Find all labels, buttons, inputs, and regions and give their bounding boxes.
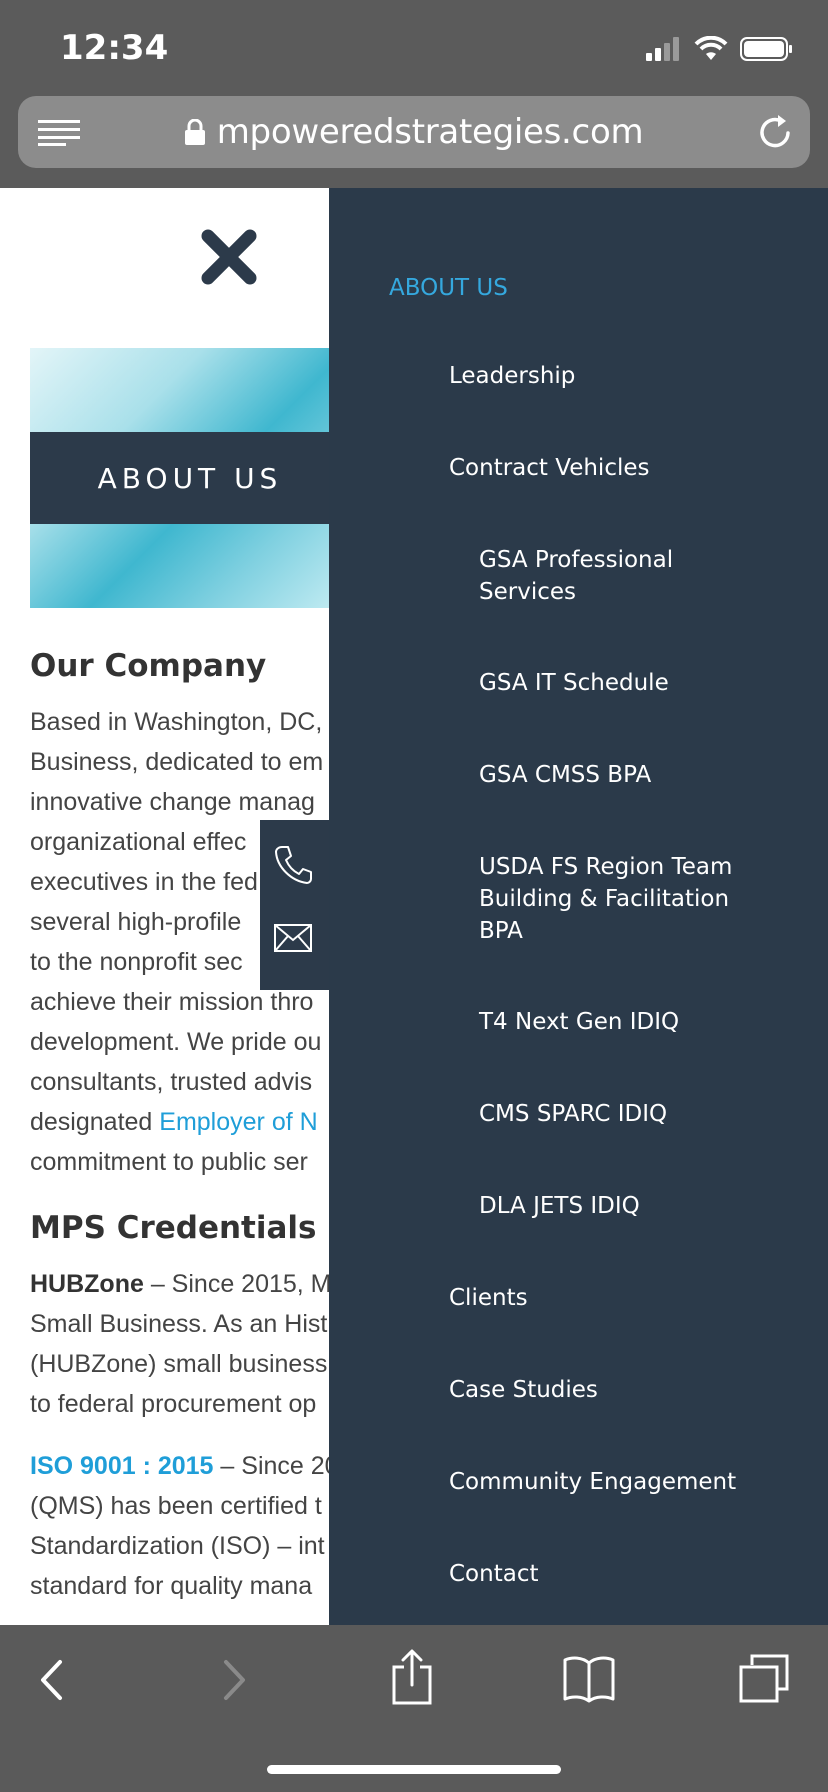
nav-drawer: ABOUT US Leadership Contract Vehicles GS… — [329, 188, 828, 1625]
text-line: Standardization (ISO) – int — [30, 1532, 325, 1560]
text-line: to federal procurement op — [30, 1390, 317, 1418]
menu-item-label-line: GSA Professional — [479, 547, 674, 573]
lock-icon — [184, 119, 205, 145]
menu-item-usda-fs-region[interactable]: USDA FS Region Team Building & Facilitat… — [479, 851, 732, 947]
menu-item-label-line: USDA FS Region Team — [479, 854, 733, 880]
menu-item-leadership[interactable]: Leadership — [449, 360, 575, 392]
heading-our-company: Our Company — [30, 648, 267, 684]
menu-item-gsa-it-schedule[interactable]: GSA IT Schedule — [479, 667, 669, 699]
text-fragment: – Since 2015, M — [143, 1270, 332, 1298]
share-icon[interactable] — [390, 1649, 434, 1705]
iso-paragraph: ISO 9001 : 2015 – Since 20 (QMS) has bee… — [30, 1446, 350, 1606]
menu-item-case-studies[interactable]: Case Studies — [449, 1374, 598, 1406]
text-line: development. We pride ou — [30, 1028, 322, 1056]
text-fragment: designated — [30, 1108, 160, 1136]
menu-item-dla-jets[interactable]: DLA JETS IDIQ — [479, 1190, 640, 1222]
bookmarks-icon[interactable] — [562, 1655, 616, 1703]
heading-credentials: MPS Credentials — [30, 1210, 317, 1246]
employer-link[interactable]: Employer of N — [159, 1108, 317, 1136]
text-fragment: – Since 20 — [213, 1452, 339, 1480]
menu-item-community-engagement[interactable]: Community Engagement — [449, 1466, 736, 1498]
signal-icon — [646, 37, 679, 61]
iso-link[interactable]: ISO 9001 : 2015 — [30, 1452, 213, 1480]
contact-widget — [260, 820, 330, 990]
reload-icon[interactable] — [758, 112, 794, 150]
text-line: Based in Washington, DC, — [30, 708, 323, 736]
page-content: Our Company Based in Washington, DC, Bus… — [30, 648, 350, 1606]
address-bar[interactable]: mpoweredstrategies.com — [18, 96, 810, 168]
text-line: (QMS) has been certified t — [30, 1492, 322, 1520]
url-text[interactable]: mpoweredstrategies.com — [217, 112, 644, 152]
menu-item-cms-sparc[interactable]: CMS SPARC IDIQ — [479, 1098, 667, 1130]
text-line: Business, dedicated to em — [30, 748, 324, 776]
menu-item-label-line: Services — [479, 579, 576, 605]
battery-icon — [740, 37, 792, 61]
menu-item-gsa-professional-services[interactable]: GSA Professional Services — [479, 544, 673, 608]
tabs-icon[interactable] — [738, 1653, 790, 1703]
phone-icon[interactable] — [274, 844, 312, 884]
banner-title: ABOUT US — [97, 461, 283, 495]
hubzone-label: HUBZone — [30, 1270, 144, 1298]
menu-section-about-us[interactable]: ABOUT US — [389, 272, 508, 304]
text-line: standard for quality mana — [30, 1572, 313, 1600]
menu-item-clients[interactable]: Clients — [449, 1282, 528, 1314]
browser-toolbar — [0, 1625, 828, 1792]
text-line: HUBZone – Since 2015, M — [30, 1264, 350, 1304]
home-indicator[interactable] — [267, 1765, 561, 1774]
close-icon[interactable] — [200, 228, 258, 286]
menu-item-gsa-cmss-bpa[interactable]: GSA CMSS BPA — [479, 759, 651, 791]
menu-item-label-line: Building & Facilitation — [479, 886, 730, 912]
status-time: 12:34 — [60, 28, 169, 68]
menu-item-label-line: BPA — [479, 918, 523, 944]
text-line: (HUBZone) small business — [30, 1350, 328, 1378]
mail-icon[interactable] — [274, 924, 312, 952]
wifi-icon — [694, 36, 728, 60]
menu-item-t4-next-gen[interactable]: T4 Next Gen IDIQ — [479, 1006, 679, 1038]
banner-band: ABOUT US — [30, 432, 350, 524]
text-line: innovative change manag — [30, 788, 315, 816]
address-area: mpoweredstrategies.com — [0, 96, 828, 188]
back-icon[interactable] — [38, 1659, 64, 1701]
text-line: ISO 9001 : 2015 – Since 20 — [30, 1446, 350, 1486]
text-line: commitment to public ser — [30, 1148, 308, 1176]
forward-icon[interactable] — [222, 1659, 248, 1701]
menu-item-contract-vehicles[interactable]: Contract Vehicles — [449, 452, 650, 484]
text-line: consultants, trusted advis — [30, 1068, 313, 1096]
text-line: designated Employer of N — [30, 1102, 350, 1142]
hubzone-paragraph: HUBZone – Since 2015, M Small Business. … — [30, 1264, 350, 1424]
page-banner: ABOUT US — [30, 348, 350, 608]
status-bar: 12:34 — [0, 0, 828, 96]
status-icons — [646, 36, 794, 62]
text-line: Small Business. As an Hist — [30, 1310, 328, 1338]
menu-item-contact[interactable]: Contact — [449, 1558, 538, 1590]
